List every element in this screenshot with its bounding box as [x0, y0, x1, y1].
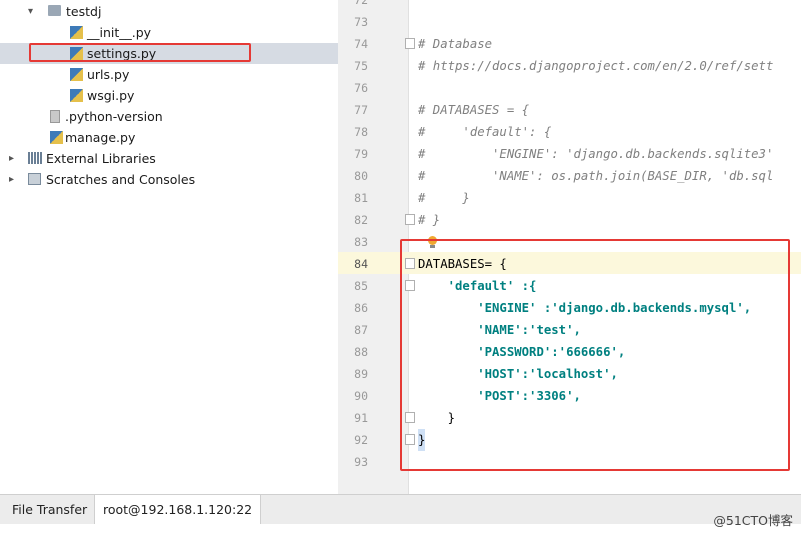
- line-number: 92: [354, 433, 368, 447]
- line-number: 72: [354, 0, 368, 7]
- line-number: 78: [354, 125, 368, 139]
- project-tree: ▾ testdj __init__.py settings.py urls.py…: [0, 0, 338, 494]
- line-number: 83: [354, 235, 368, 249]
- line-number: 91: [354, 411, 368, 425]
- python-file-icon: [50, 131, 63, 144]
- code-line: # https://docs.djangoproject.com/en/2.0/…: [418, 59, 774, 73]
- scratches-icon: [28, 173, 41, 185]
- bottom-toolbar: File Transfer root@192.168.1.120:22: [0, 494, 801, 525]
- code-line: # }: [418, 213, 441, 227]
- line-number: 77: [354, 103, 368, 117]
- terminal-strip: [0, 524, 801, 536]
- code-line: # DATABASES = {: [418, 103, 530, 117]
- line-number: 80: [354, 169, 368, 183]
- line-number: 89: [354, 367, 368, 381]
- python-file-icon: [70, 89, 83, 102]
- tree-item-label: urls.py: [87, 67, 130, 82]
- tree-item-label: wsgi.py: [87, 88, 135, 103]
- tree-item-label: testdj: [66, 4, 102, 19]
- line-number: 79: [354, 147, 368, 161]
- fold-marker-icon[interactable]: [405, 214, 415, 225]
- line-number: 87: [354, 323, 368, 337]
- tree-item-label: Scratches and Consoles: [46, 172, 196, 187]
- code-line: # 'ENGINE': 'django.db.backends.sqlite3': [418, 147, 774, 161]
- line-number: 85: [354, 279, 368, 293]
- line-number: 75: [354, 59, 368, 73]
- line-number: 73: [354, 15, 368, 29]
- chevron-right-icon[interactable]: ▸: [9, 148, 14, 169]
- file-icon: [50, 110, 60, 123]
- chevron-down-icon[interactable]: ▾: [28, 1, 33, 22]
- tree-item-label: __init__.py: [87, 25, 152, 40]
- library-icon: [28, 152, 42, 164]
- line-number: 74: [354, 37, 368, 51]
- tab-ssh-session[interactable]: root@192.168.1.120:22: [94, 495, 262, 525]
- code-line: # Database: [418, 37, 493, 51]
- python-file-icon: [70, 26, 83, 39]
- line-number: 88: [354, 345, 368, 359]
- code-line: # 'default': {: [418, 125, 552, 139]
- watermark: @51CTO博客: [713, 513, 793, 528]
- tree-item-label: .python-version: [65, 109, 163, 124]
- line-number: 93: [354, 455, 368, 469]
- highlight-box-databases: [400, 239, 790, 471]
- folder-icon: [48, 5, 61, 16]
- fold-marker-icon[interactable]: [405, 38, 415, 49]
- tab-file-transfer[interactable]: File Transfer: [4, 495, 95, 525]
- line-number: 76: [354, 81, 368, 95]
- tree-item-label: External Libraries: [46, 151, 156, 166]
- line-number: 82: [354, 213, 368, 227]
- line-number: 86: [354, 301, 368, 315]
- highlight-box-settings: [29, 43, 251, 62]
- python-file-icon: [70, 68, 83, 81]
- chevron-right-icon[interactable]: ▸: [9, 169, 14, 190]
- code-line: # }: [418, 191, 470, 205]
- line-number: 90: [354, 389, 368, 403]
- line-number: 84: [354, 257, 368, 271]
- tree-item-label: manage.py: [65, 130, 136, 145]
- line-number: 81: [354, 191, 368, 205]
- code-line: # 'NAME': os.path.join(BASE_DIR, 'db.sql: [418, 169, 774, 183]
